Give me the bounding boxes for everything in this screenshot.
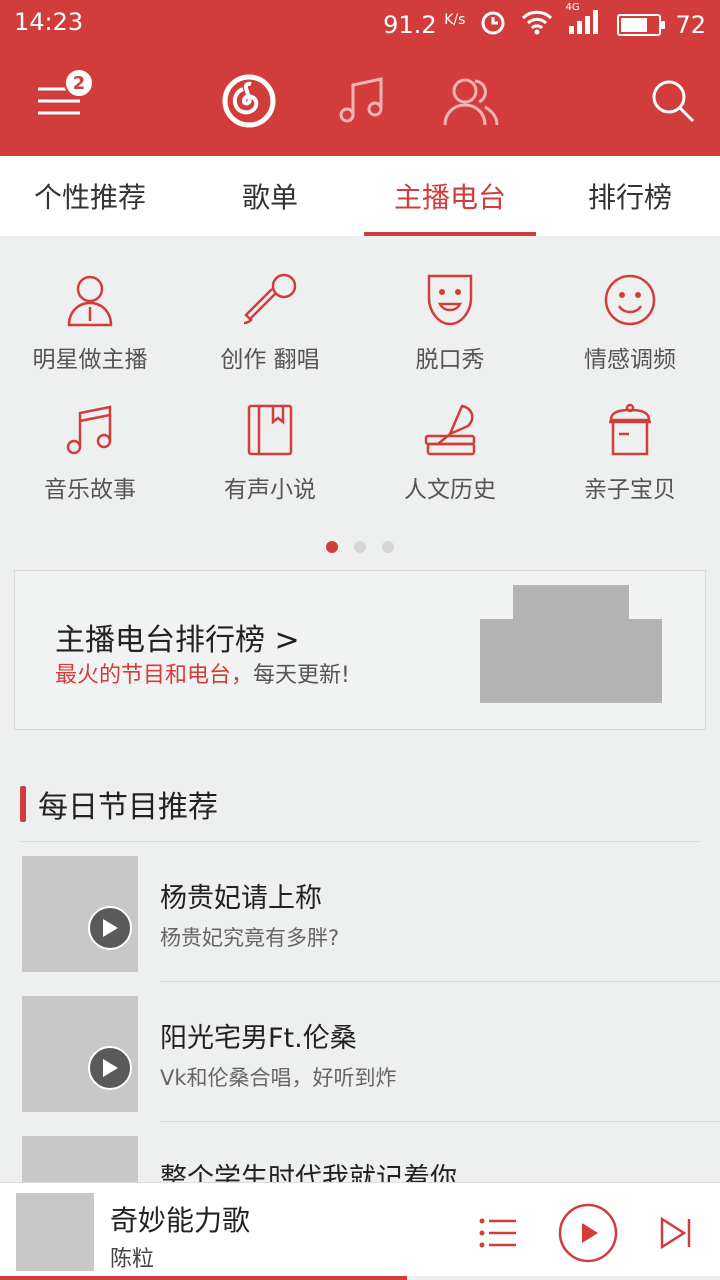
banner-title: 主播电台排行榜 > [55, 623, 300, 658]
status-time: 14:23 [14, 8, 84, 36]
smiley-icon [600, 270, 660, 330]
list-item[interactable]: 阳光宅男Ft.伦桑 Vk和伦桑合唱，好听到炸 [20, 982, 720, 1122]
search-icon[interactable] [638, 66, 708, 136]
tab-rankings[interactable]: 排行榜 [540, 156, 720, 236]
pager-dots [0, 541, 720, 553]
program-title: 阳光宅男Ft.伦桑 [160, 1023, 357, 1054]
banner-image [480, 619, 662, 703]
playback-progress[interactable] [0, 1276, 720, 1280]
category-star-host[interactable]: 明星做主播 [0, 270, 180, 400]
category-grid: 明星做主播 创作 翻唱 脱口秀 情感调频 音乐故事 有声小说 人文历史 亲子宝贝 [0, 236, 720, 566]
category-audio-novel[interactable]: 有声小说 [180, 400, 360, 530]
section-title-text: 每日节目推荐 [38, 790, 218, 825]
category-parenting[interactable]: 亲子宝贝 [540, 400, 720, 530]
category-label: 脱口秀 [415, 347, 485, 373]
category-talk-show[interactable]: 脱口秀 [360, 270, 540, 400]
mask-icon [420, 270, 480, 330]
playback-progress-fill [0, 1276, 407, 1280]
music-note-icon[interactable] [326, 66, 396, 136]
battery-icon [617, 14, 666, 36]
alarm-icon [479, 8, 507, 42]
section-accent-bar [20, 786, 26, 822]
pager-dot[interactable] [354, 541, 366, 553]
microphone-icon [240, 270, 300, 330]
banner-subtitle-highlight: 最火的节目和电台， [55, 663, 254, 688]
album-art[interactable] [16, 1193, 94, 1271]
program-subtitle: Vk和伦桑合唱，好听到炸 [160, 1066, 397, 1090]
battery-fill [621, 18, 648, 32]
tab-recommend[interactable]: 个性推荐 [0, 156, 180, 236]
top-bar: 2 [0, 46, 720, 156]
section-title: 每日节目推荐 [20, 784, 218, 825]
play-button[interactable] [558, 1203, 618, 1263]
category-label: 有声小说 [224, 477, 316, 503]
category-label: 创作 翻唱 [220, 347, 320, 373]
pot-icon [600, 400, 660, 460]
friends-icon[interactable] [436, 66, 506, 136]
status-bar: 14:23 91.2 K/s 4G 72 [0, 0, 720, 46]
category-label: 明星做主播 [32, 347, 148, 373]
network-speed: 91.2 K/s [383, 11, 466, 39]
radio-ranking-banner[interactable]: 主播电台排行榜 > 最火的节目和电台，每天更新! [14, 570, 706, 730]
category-create-cover[interactable]: 创作 翻唱 [180, 270, 360, 400]
star-host-icon [60, 270, 120, 330]
play-icon[interactable] [88, 906, 132, 950]
list-item[interactable]: 杨贵妃请上称 杨贵妃究竟有多胖? [20, 842, 720, 982]
pager-dot[interactable] [326, 541, 338, 553]
netease-music-logo-icon[interactable] [214, 66, 284, 136]
cell-signal-icon: 4G [565, 2, 603, 40]
music-note-icon [60, 400, 120, 460]
book-icon [240, 400, 300, 460]
tab-radio[interactable]: 主播电台 [360, 156, 540, 236]
tab-playlists[interactable]: 歌单 [180, 156, 360, 236]
now-playing-artist: 陈粒 [110, 1247, 155, 1272]
banner-subtitle: 最火的节目和电台，每天更新! [55, 657, 350, 689]
tab-bar: 个性推荐 歌单 主播电台 排行榜 [0, 156, 720, 236]
now-playing-song: 奇妙能力歌 [110, 1204, 251, 1237]
menu-badge: 2 [64, 68, 94, 98]
banner-subtitle-rest: 每天更新! [253, 663, 350, 688]
network-type: 4G [565, 2, 580, 13]
mini-player[interactable]: 奇妙能力歌 陈粒 [0, 1182, 720, 1280]
quill-books-icon [420, 400, 480, 460]
play-icon[interactable] [88, 1046, 132, 1090]
status-indicators: 91.2 K/s 4G 72 [383, 2, 706, 42]
category-humanities-history[interactable]: 人文历史 [360, 400, 540, 530]
category-label: 人文历史 [404, 477, 496, 503]
pager-dot[interactable] [382, 541, 394, 553]
program-title: 杨贵妃请上称 [160, 883, 322, 914]
next-track-icon[interactable] [646, 1203, 706, 1263]
wifi-icon [521, 9, 553, 41]
category-music-story[interactable]: 音乐故事 [0, 400, 180, 530]
category-label: 亲子宝贝 [584, 477, 676, 503]
playlist-icon[interactable] [468, 1203, 528, 1263]
category-label: 音乐故事 [44, 477, 136, 503]
category-label: 情感调频 [584, 347, 676, 373]
category-emotion-fm[interactable]: 情感调频 [540, 270, 720, 400]
program-subtitle: 杨贵妃究竟有多胖? [160, 926, 340, 950]
battery-level: 72 [675, 11, 706, 39]
speed-unit: K/s [444, 12, 466, 28]
